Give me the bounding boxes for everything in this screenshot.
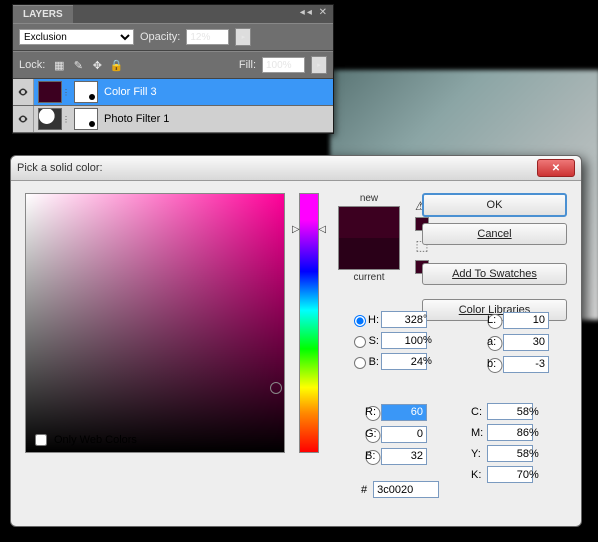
label-c: C: xyxy=(471,406,485,418)
hue-slider[interactable]: ▷ ◁ xyxy=(299,193,319,453)
dialog-titlebar[interactable]: Pick a solid color: ✕ xyxy=(11,156,581,181)
layers-panel: LAYERS ◂◂ ✕ Exclusion Opacity: 12% ▸ Loc… xyxy=(12,4,334,134)
lock-position-icon[interactable]: ✥ xyxy=(89,57,105,73)
label-s: S: xyxy=(365,335,379,347)
lock-label: Lock: xyxy=(19,59,45,71)
color-swatch-compare xyxy=(338,206,400,270)
input-bv[interactable] xyxy=(381,353,427,370)
input-g[interactable] xyxy=(381,426,427,443)
input-k[interactable] xyxy=(487,466,533,483)
input-s[interactable] xyxy=(381,332,427,349)
visibility-icon[interactable] xyxy=(13,106,34,132)
unit-pct: % xyxy=(423,356,437,367)
link-icon: ⋮ xyxy=(62,88,70,97)
add-swatches-button[interactable]: Add To Swatches xyxy=(422,263,567,285)
input-b[interactable] xyxy=(503,356,549,373)
cancel-button[interactable]: Cancel xyxy=(422,223,567,245)
hex-input[interactable] xyxy=(373,481,439,498)
hue-pointer-right-icon: ◁ xyxy=(318,224,326,235)
color-field[interactable] xyxy=(25,193,285,453)
opacity-label: Opacity: xyxy=(140,31,180,43)
hex-label: # xyxy=(361,484,367,496)
close-button[interactable]: ✕ xyxy=(537,159,575,177)
layer-name[interactable]: Color Fill 3 xyxy=(104,86,157,98)
input-y[interactable] xyxy=(487,445,533,462)
current-label: current xyxy=(353,272,384,283)
layer-mask-thumb[interactable] xyxy=(74,108,98,130)
layer-name[interactable]: Photo Filter 1 xyxy=(104,113,169,125)
new-color-swatch[interactable] xyxy=(339,207,399,238)
hue-pointer-left-icon: ▷ xyxy=(292,224,300,235)
label-b: b: xyxy=(487,358,501,370)
new-label: new xyxy=(360,193,378,204)
unit-deg: ° xyxy=(423,314,437,325)
opacity-input[interactable]: 12% xyxy=(186,29,229,45)
label-k: K: xyxy=(471,469,485,481)
panel-menu-icon[interactable]: ◂◂ ✕ xyxy=(300,7,329,18)
unit-pct: % xyxy=(423,335,437,346)
input-l[interactable] xyxy=(503,312,549,329)
label-h: H: xyxy=(365,314,379,326)
layers-tab[interactable]: LAYERS xyxy=(13,5,73,23)
picker-cursor-icon xyxy=(270,382,282,394)
fill-arrow-icon[interactable]: ▸ xyxy=(311,56,327,74)
label-y: Y: xyxy=(471,448,485,460)
unit-pct: % xyxy=(529,448,543,460)
current-color-swatch[interactable] xyxy=(339,238,399,269)
ok-button[interactable]: OK xyxy=(422,193,567,217)
label-r: R: xyxy=(365,406,379,418)
unit-pct: % xyxy=(529,469,543,481)
dialog-title: Pick a solid color: xyxy=(17,162,103,174)
label-l: L: xyxy=(487,314,501,326)
label-m: M: xyxy=(471,427,485,439)
lock-icons: ▦ ✎ ✥ 🔒 xyxy=(51,57,124,73)
only-web-colors-label: Only Web Colors xyxy=(54,434,137,446)
link-icon: ⋮ xyxy=(62,115,70,124)
lock-all-icon[interactable]: 🔒 xyxy=(108,57,124,73)
label-bc: B: xyxy=(365,450,379,462)
label-g: G: xyxy=(365,428,379,440)
color-picker-dialog: Pick a solid color: ✕ ▷ ◁ new current ⚠ … xyxy=(10,155,582,527)
input-bc[interactable] xyxy=(381,448,427,465)
lock-transparency-icon[interactable]: ▦ xyxy=(51,57,67,73)
label-bv: B: xyxy=(365,356,379,368)
layer-row[interactable]: ⋮ Color Fill 3 xyxy=(13,79,333,106)
input-c[interactable] xyxy=(487,403,533,420)
blend-mode-select[interactable]: Exclusion xyxy=(19,29,134,45)
layer-row[interactable]: ⋮ Photo Filter 1 xyxy=(13,106,333,133)
layer-swatch-thumb[interactable] xyxy=(38,81,62,103)
lock-pixels-icon[interactable]: ✎ xyxy=(70,57,86,73)
unit-pct: % xyxy=(529,406,543,418)
input-m[interactable] xyxy=(487,424,533,441)
layer-mask-thumb[interactable] xyxy=(74,81,98,103)
label-a: a: xyxy=(487,336,501,348)
input-a[interactable] xyxy=(503,334,549,351)
fill-label: Fill: xyxy=(239,59,256,71)
visibility-icon[interactable] xyxy=(13,79,34,105)
only-web-colors-checkbox[interactable] xyxy=(35,434,47,446)
unit-pct: % xyxy=(529,427,543,439)
adjustment-icon[interactable] xyxy=(38,108,62,130)
input-h[interactable] xyxy=(381,311,427,328)
fill-input[interactable]: 100% xyxy=(262,57,305,73)
input-r[interactable] xyxy=(381,404,427,421)
opacity-arrow-icon[interactable]: ▸ xyxy=(235,28,251,46)
